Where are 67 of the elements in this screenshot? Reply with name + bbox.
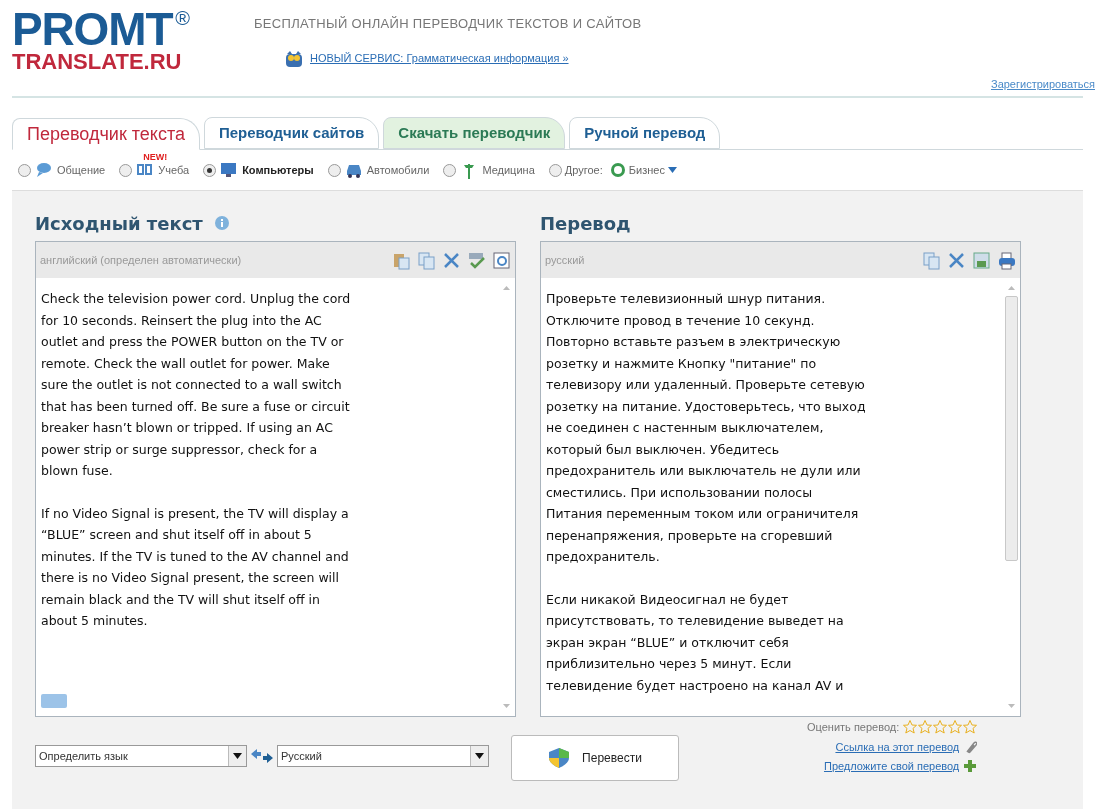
paragraph: Check the television power cord. Unplug the cord for 10 seconds. Reinsert the plug into the AC outlet and press the POWER button on the TV or remote. Check the wall outlet for power. Make sure the outlet is not connected to a wall switch that has been turned off. Be sure a fuse or circuit breaker hasn’t blown or tripped. If using an AC power strip or surge suppressor, check for a blown fuse. [41, 290, 352, 480]
plus-icon [963, 759, 978, 774]
info-icon [214, 216, 229, 230]
scroll-thumb[interactable] [1004, 296, 1018, 561]
chat-icon [34, 161, 54, 179]
paragraph: If no Video Signal is present, the TV will display a “BLUE” screen and shut itself off in about 5 minutes. If the TV is tuned to the AV channel and there is no Video Signal present, the screen will remain black and the TV will shut itself off in about 5 minutes. [41, 504, 350, 630]
topic-label[interactable]: Учеба [158, 161, 190, 179]
radio-button[interactable] [203, 163, 217, 177]
copy-icon[interactable] [922, 250, 941, 270]
register-link[interactable]: Зарегистрироваться [991, 75, 1095, 92]
registered-mark: ® [175, 8, 191, 28]
owl-icon [284, 49, 304, 68]
scroll-down-icon [502, 704, 510, 708]
radio-button[interactable] [327, 163, 341, 177]
paperclip-icon [963, 739, 978, 754]
section-heading: Перевод [540, 211, 631, 236]
scroll-up-icon [502, 286, 510, 290]
paragraph: Проверьте телевизионный шнур питания. Отключите провод в течение 10 секунд. Повторно вставьте разъем в электрическую розетку и нажмите Кнопку "питание" по телевизору или удаленный. Проверьте сетевую розетку на питание. Удостоверьтесь, что выход не соединен с настенным выключателем, который был выключен. Убедитесь предохранитель или выключатель не дули или сместились. При использовании полосы Питания переменным током или ограничителя перенапряжения, проверьте на сгоревший предохранитель. [546, 290, 867, 566]
keyboard-icon [41, 694, 67, 708]
star-icon [933, 720, 948, 735]
close-icon[interactable] [947, 250, 966, 270]
copy-icon[interactable] [417, 250, 436, 270]
tab[interactable]: Переводчик текста [12, 118, 200, 150]
preview-icon[interactable] [492, 250, 511, 270]
new-label: NEW! [143, 151, 168, 164]
category-dropdown[interactable]: Бизнес [628, 161, 665, 179]
tab[interactable]: Скачать переводчик [383, 117, 566, 149]
link[interactable]: Ссылка на этот перевод [835, 738, 960, 755]
radio-button[interactable] [548, 163, 562, 177]
paragraph: Если никакой Видеосигнал не будет присутствовать, то телевидение выведет на экран экран “BLUE” и отключит себя приблизительно через 5 минут. Если телевидение будет настроено на канал AV и [546, 590, 845, 695]
shield-icon [548, 747, 571, 769]
dropdown-arrow-icon [233, 753, 242, 759]
language-select[interactable]: Русский [277, 745, 489, 767]
close-icon[interactable] [442, 250, 461, 270]
logo-title: PROMT [12, 8, 173, 50]
logo-subtitle: TRANSLATE.RU [12, 50, 183, 74]
scroll-down-icon [1007, 704, 1015, 708]
news-link[interactable]: НОВЫЙ СЕРВИС: Грамматическая информация » [310, 50, 569, 67]
topic-label[interactable]: Общение [57, 161, 106, 179]
print-icon[interactable] [997, 250, 1016, 270]
tagline: БЕСПЛАТНЫЙ ОНЛАЙН ПЕРЕВОДЧИК ТЕКСТОВ И САЙТОВ [254, 15, 642, 33]
save-icon[interactable] [972, 250, 991, 270]
radio-button[interactable] [119, 163, 133, 177]
language-select[interactable]: Определить язык [35, 745, 247, 767]
tab[interactable]: Переводчик сайтов [203, 117, 380, 149]
section-heading: Исходный текст [35, 211, 203, 236]
star-icon [918, 720, 933, 735]
link[interactable]: Предложите свой перевод [823, 758, 960, 775]
spellcheck-icon[interactable] [467, 250, 486, 270]
language-label: английский (определен автоматически) [40, 252, 242, 268]
translate-button[interactable]: Перевести [511, 735, 679, 781]
swap-arrows-icon[interactable] [251, 748, 273, 764]
radio-button[interactable] [443, 163, 457, 177]
language-label: русский [545, 252, 585, 268]
star-icon [903, 720, 918, 735]
topic-label[interactable]: Другое: [564, 161, 603, 179]
tab[interactable]: Ручной перевод [569, 117, 721, 149]
scroll-up-icon [1007, 286, 1015, 290]
dropdown-arrow-icon [475, 753, 484, 759]
dropdown-arrow-icon [667, 167, 677, 173]
radio-button[interactable] [18, 163, 31, 177]
star-icon [963, 720, 978, 735]
rating-label: Оценить перевод: [807, 720, 900, 735]
star-icon [948, 720, 963, 735]
topic-label[interactable]: Компьютеры [242, 161, 314, 179]
topic-label[interactable]: Медицина [482, 161, 535, 179]
topic-label[interactable]: Автомобили [366, 161, 430, 179]
